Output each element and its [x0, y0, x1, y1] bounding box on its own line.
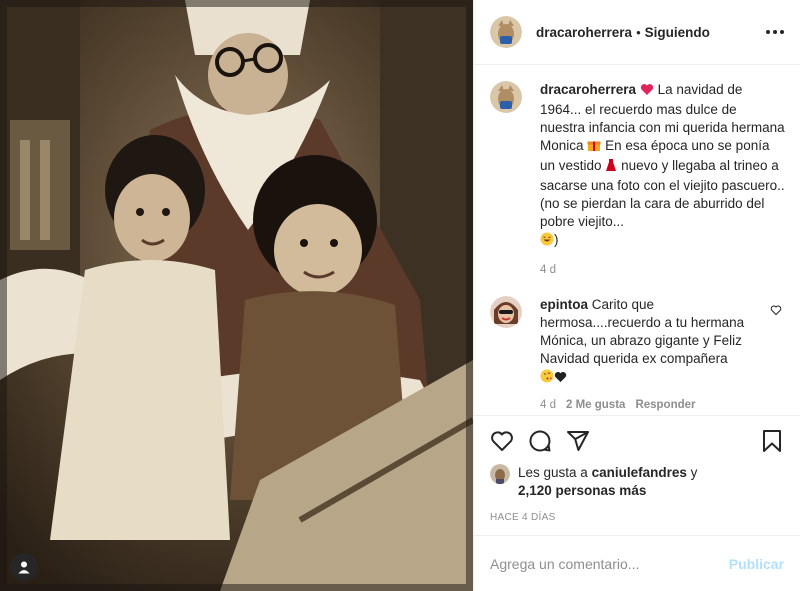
comment-like-heart-icon[interactable]	[770, 303, 782, 319]
instagram-post: dracaroherrera • Siguiendo dracaroherrer…	[0, 0, 800, 591]
comment-icon[interactable]	[528, 429, 552, 453]
caption-age[interactable]: 4 d	[540, 264, 785, 276]
post-actions-section: Les gusta a caniulefandres y 2,120 perso…	[474, 415, 800, 535]
comment-age[interactable]: 4 d	[540, 399, 556, 411]
gift-emoji-icon	[587, 138, 601, 157]
author-avatar[interactable]	[490, 16, 522, 48]
laughing-emoji-icon	[540, 232, 554, 251]
commenter-username[interactable]: epintoa	[540, 297, 588, 312]
caption-author-avatar[interactable]	[490, 81, 522, 113]
post-date[interactable]: HACE 4 DÍAS	[490, 512, 784, 523]
comment-input[interactable]	[490, 555, 729, 572]
dress-emoji-icon	[605, 158, 617, 177]
likes-summary: Les gusta a caniulefandres y 2,120 perso…	[490, 462, 784, 500]
black-heart-emoji-icon	[554, 370, 567, 388]
publish-button[interactable]: Publicar	[729, 556, 784, 572]
following-button[interactable]: Siguiendo	[645, 25, 710, 40]
vintage-santa-photo	[0, 0, 473, 591]
post-header: dracaroherrera • Siguiendo	[474, 0, 800, 65]
likes-text: Les gusta a caniulefandres y 2,120 perso…	[518, 465, 698, 498]
author-username[interactable]: dracaroherrera	[536, 25, 632, 40]
caption: dracaroherrera La navidad de 1964... el …	[490, 81, 785, 276]
action-bar	[490, 416, 784, 462]
comment-item: epintoa Carito que hermosa....recuerdo a…	[490, 296, 784, 411]
comments-list: dracaroherrera La navidad de 1964... el …	[474, 65, 800, 415]
add-comment-bar: Publicar	[474, 535, 800, 591]
bookmark-icon[interactable]	[760, 429, 784, 453]
kiss-emoji-icon	[540, 369, 554, 388]
liker-avatar[interactable]	[490, 464, 510, 484]
comment-text: epintoa Carito que hermosa....recuerdo a…	[540, 296, 750, 388]
caption-text: dracaroherrera La navidad de 1964... el …	[540, 81, 785, 251]
post-photo[interactable]	[0, 0, 473, 591]
post-side-panel: dracaroherrera • Siguiendo dracaroherrer…	[473, 0, 800, 591]
reply-button[interactable]: Responder	[635, 399, 695, 411]
commenter-avatar[interactable]	[490, 296, 522, 328]
likes-count[interactable]: 2,120 personas más	[518, 483, 646, 498]
user-tag-icon[interactable]	[10, 553, 38, 581]
share-icon[interactable]	[566, 429, 590, 453]
liker-username[interactable]: caniulefandres	[592, 465, 687, 480]
heart-emoji-icon	[640, 83, 654, 101]
more-options-icon[interactable]	[758, 24, 784, 40]
comment-meta: 4 d 2 Me gusta Responder	[540, 399, 750, 411]
heart-icon[interactable]	[490, 429, 514, 453]
caption-author[interactable]: dracaroherrera	[540, 82, 636, 97]
comment-likes[interactable]: 2 Me gusta	[566, 399, 625, 411]
separator-dot: •	[636, 24, 641, 40]
